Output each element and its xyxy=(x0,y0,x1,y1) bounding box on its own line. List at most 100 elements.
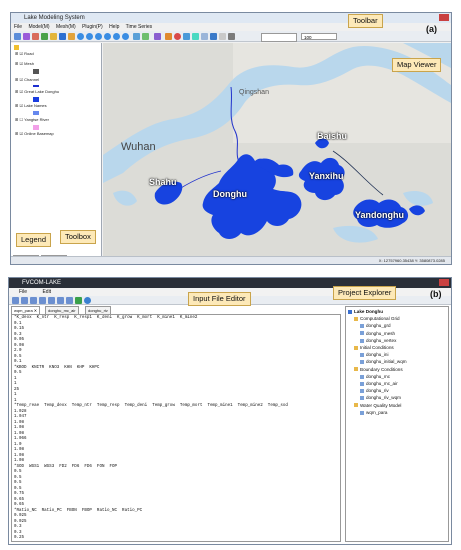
mesh-icon[interactable] xyxy=(154,33,161,40)
map-icon[interactable] xyxy=(142,33,149,40)
copy-icon[interactable] xyxy=(39,297,46,304)
project-icon xyxy=(348,309,352,314)
legend-callout: Legend xyxy=(16,233,52,247)
explorer-item[interactable]: donghu_riv xyxy=(347,387,447,394)
explorer-item[interactable]: donghu_initial_wqm xyxy=(347,358,447,365)
tab-donghu-riv-label: donghu_riv xyxy=(88,308,108,313)
explorer-item[interactable]: donghu_mc xyxy=(347,373,447,380)
lake-swatch xyxy=(33,97,39,102)
legend-item-online-basemap[interactable]: ⊞ ☑ Online Basemap xyxy=(15,131,54,137)
legend-label-channel: Channel xyxy=(24,77,40,82)
file-icon xyxy=(360,381,364,386)
explorer-item[interactable]: Boundary Conditions xyxy=(347,366,447,373)
select-icon[interactable] xyxy=(59,33,66,40)
run-icon[interactable] xyxy=(165,33,172,40)
file-icon xyxy=(360,389,364,394)
map-viewer-callout: Map Viewer xyxy=(392,58,442,72)
legend-item-lake-names[interactable]: ⊞ ☑ Lake Names xyxy=(15,103,47,109)
explorer-item[interactable]: donghu_grd xyxy=(347,322,447,329)
arrow-icon[interactable] xyxy=(50,33,57,40)
place-label-qingshan: Qingshan xyxy=(239,89,269,96)
menu-plugin[interactable]: Plugin(P) xyxy=(82,24,103,30)
explorer-item-label: donghu_mc_air xyxy=(366,381,398,387)
legend-label-yangtse: Yangtse River xyxy=(24,117,49,122)
node-icon[interactable] xyxy=(192,33,199,40)
explorer-item[interactable]: Lake Donghu xyxy=(347,308,447,315)
legend-item-channel[interactable]: ⊞ ☑ Channel xyxy=(15,77,39,83)
help-icon[interactable] xyxy=(84,297,91,304)
export-icon[interactable] xyxy=(219,33,226,40)
explorer-item[interactable]: donghu_mesh xyxy=(347,330,447,337)
explorer-item[interactable]: Initial Conditions xyxy=(347,344,447,351)
new-icon[interactable] xyxy=(14,33,21,40)
cut-icon[interactable] xyxy=(30,297,37,304)
menu-model[interactable]: Model(M) xyxy=(28,24,49,30)
folder-icon xyxy=(354,403,358,408)
zoom-out-icon[interactable] xyxy=(86,33,93,40)
legend-item-yangtse-river[interactable]: ⊞ ☐ Yangtse River xyxy=(15,117,49,123)
explorer-item-label: Boundary Conditions xyxy=(360,366,403,372)
grid-icon[interactable] xyxy=(133,33,140,40)
point-icon[interactable] xyxy=(174,33,181,40)
pan-hand-icon[interactable] xyxy=(68,33,75,40)
menu-file-b[interactable]: File xyxy=(19,289,27,295)
explorer-item-label: Initial Conditions xyxy=(360,345,394,351)
menu-file[interactable]: File xyxy=(14,24,22,30)
run-model-icon[interactable] xyxy=(75,297,82,304)
window-title: Lake Modeling System xyxy=(24,15,85,21)
chart-icon[interactable] xyxy=(210,33,217,40)
editor-line[interactable]: 0.25 xyxy=(14,536,338,541)
layer-icon[interactable] xyxy=(41,33,48,40)
editor-content[interactable]: *K_deox K_ntr K_resp K_resp1 K_deni K_gr… xyxy=(14,316,338,541)
zoom-in-icon[interactable] xyxy=(77,33,84,40)
open-icon[interactable] xyxy=(12,297,19,304)
file-icon xyxy=(360,396,364,401)
legend-root-icon xyxy=(14,45,19,50)
explorer-item[interactable]: donghu_riv_wqm xyxy=(347,394,447,401)
explorer-item-label: donghu_mc xyxy=(366,373,391,379)
legend-item-great-lake-donghu[interactable]: ⊞ ☑ Great Lake Donghu xyxy=(15,89,59,95)
input-file-editor[interactable]: *K_deox K_ntr K_resp K_resp1 K_deni K_gr… xyxy=(11,314,341,542)
input-file-editor-callout: Input File Editor xyxy=(188,292,251,306)
legend-item-mesh[interactable]: ⊞ ☑ Mesh xyxy=(15,61,34,67)
settings-icon[interactable] xyxy=(228,33,235,40)
window-close-button[interactable] xyxy=(439,14,449,21)
explorer-item[interactable]: donghu_mc_air xyxy=(347,380,447,387)
explorer-item-label: donghu_riv xyxy=(366,388,389,394)
explorer-item-label: Computational Grid xyxy=(360,316,400,322)
explorer-item-label: donghu_vertex xyxy=(366,337,397,343)
file-icon xyxy=(360,324,364,329)
toolbar-dropdown[interactable] xyxy=(261,33,297,42)
map-label-baishu: Baishu xyxy=(317,131,348,141)
zoom-extent-icon[interactable] xyxy=(95,33,102,40)
undo-icon[interactable] xyxy=(57,297,64,304)
menu-mesh[interactable]: Mesh(M) xyxy=(56,24,76,30)
zoom-prev-icon[interactable] xyxy=(113,33,120,40)
paste-icon[interactable] xyxy=(48,297,55,304)
folder-icon xyxy=(354,345,358,350)
explorer-item[interactable]: Computational Grid xyxy=(347,315,447,322)
menu-help[interactable]: Help xyxy=(109,24,119,30)
explorer-item[interactable]: donghu_ini xyxy=(347,351,447,358)
legend-item-road[interactable]: ⊞ ☑ Road xyxy=(15,51,34,57)
pen-icon[interactable] xyxy=(23,33,30,40)
legend-panel: ⊞ ☑ Road ⊞ ☑ Mesh ⊞ ☑ Channel ⊞ ☑ Great … xyxy=(11,43,102,256)
toolbar-value-field[interactable]: 100 xyxy=(301,33,337,40)
edit-icon[interactable] xyxy=(32,33,39,40)
explorer-item[interactable]: donghu_vertex xyxy=(347,337,447,344)
map-viewer[interactable]: Qingshan Wuhan Shahu Donghu Yanxihu Bais… xyxy=(103,43,451,256)
explorer-item[interactable]: wqm_para xyxy=(347,409,447,416)
table-icon[interactable] xyxy=(201,33,208,40)
file-icon xyxy=(360,353,364,357)
menu-time-series[interactable]: Time Series xyxy=(126,24,153,30)
zoom-next-icon[interactable] xyxy=(122,33,129,40)
explorer-item-label: donghu_mesh xyxy=(366,330,396,336)
zoom-layer-icon[interactable] xyxy=(104,33,111,40)
line-icon[interactable] xyxy=(183,33,190,40)
explorer-item[interactable]: Water Quality Model xyxy=(347,402,447,409)
save-icon[interactable] xyxy=(21,297,28,304)
menu-edit-b[interactable]: Edit xyxy=(42,289,51,295)
window-close-button-b[interactable] xyxy=(439,279,449,286)
place-label-wuhan: Wuhan xyxy=(121,141,156,153)
redo-icon[interactable] xyxy=(66,297,73,304)
